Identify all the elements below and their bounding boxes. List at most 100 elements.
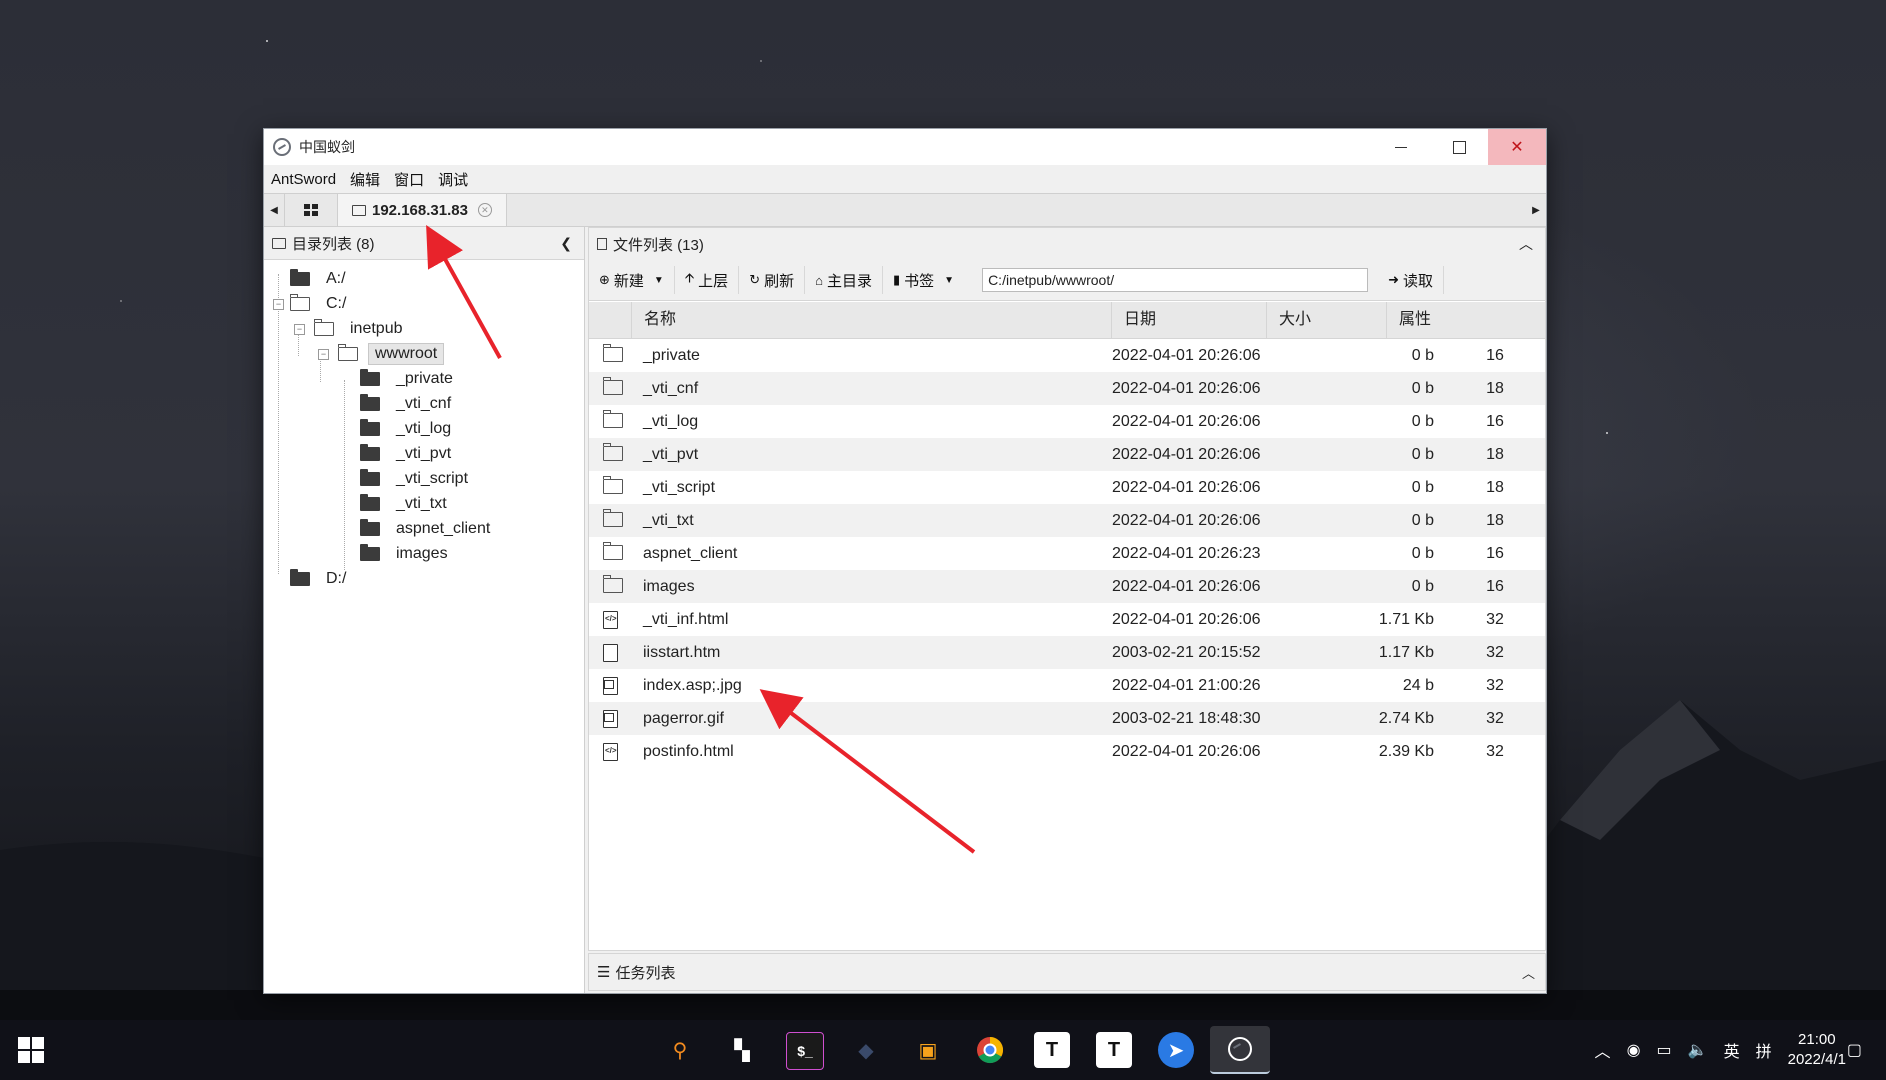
path-input[interactable]: C:/inetpub/wwwroot/ [982,268,1369,292]
typora-app-2-icon[interactable]: T [1096,1032,1132,1068]
column-size[interactable]: 大小 [1266,302,1386,338]
battery-icon[interactable]: ▭ [1657,1040,1672,1060]
close-button[interactable]: ✕ [1488,129,1546,165]
column-date[interactable]: 日期 [1111,302,1266,338]
antsword-app-icon[interactable] [1210,1026,1270,1074]
tree-item-c-drive[interactable]: C:/ [289,291,352,317]
windows-start-button[interactable] [18,1037,44,1063]
tree-item-vti-pvt[interactable]: _vti_pvt [360,441,457,467]
file-attr: 16 [1486,545,1504,562]
arrow-right-icon: ➜ [1388,272,1399,287]
menu-window[interactable]: 窗口 [387,169,431,190]
tree-collapse-toggle[interactable]: − [273,299,284,310]
file-row[interactable]: </> postinfo.html 2022-04-01 20:26:06 2.39 … [589,735,1545,768]
file-row[interactable]: _private 2022-04-01 20:26:06 0 b 16 [589,339,1545,372]
file-row[interactable]: _vti_script 2022-04-01 20:26:06 0 b 18 [589,471,1545,504]
read-button[interactable]: ➜ 读取 [1378,266,1444,294]
menu-antsword[interactable]: AntSword [264,171,343,188]
app-2-icon[interactable]: ▚ [724,1032,760,1068]
file-name: aspnet_client [643,545,738,562]
tree-item-vti-log[interactable]: _vti_log [360,416,457,442]
folder-icon [602,575,623,593]
menu-edit[interactable]: 编辑 [343,169,387,190]
file-attr: 32 [1486,677,1504,694]
file-row[interactable]: </> _vti_inf.html 2022-04-01 20:26:06 1.71 … [589,603,1545,636]
clock-time: 21:00 [1798,1031,1836,1048]
folder-icon [602,377,623,395]
chrome-app-icon[interactable] [972,1032,1008,1068]
folder-icon [272,237,286,249]
clock[interactable]: 21:00 2022/4/1 [1788,1030,1846,1070]
notification-icon[interactable]: ▢ [1847,1040,1862,1060]
file-panel: 文件列表 (13) ︿ ⊕ 新建 ▼ 🡩 上层 ↻ 刷新 ⌂ 主目录 ▮ 书签 … [588,227,1546,993]
new-button[interactable]: ⊕ 新建 ▼ [589,266,675,294]
tab-home[interactable] [284,194,338,226]
menu-debug[interactable]: 调试 [431,169,475,190]
tree-item-vti-cnf[interactable]: _vti_cnf [360,391,457,417]
file-row[interactable]: _vti_pvt 2022-04-01 20:26:06 0 b 18 [589,438,1545,471]
tree-item-private[interactable]: _private [360,366,459,392]
bookmark-button[interactable]: ▮ 书签 ▼ [883,266,964,294]
file-name: images [643,578,695,595]
tab-scroll-left-button[interactable]: ◀ [264,194,284,226]
file-size: 1.17 Kb [1378,644,1434,661]
maximize-button[interactable] [1430,129,1488,165]
typora-app-1-icon[interactable]: T [1034,1032,1070,1068]
file-row[interactable]: _vti_log 2022-04-01 20:26:06 0 b 16 [589,405,1545,438]
directory-panel-header: 目录列表 (8) ❮ [264,227,584,260]
tree-item-vti-script[interactable]: _vti_script [360,466,474,492]
tree-item-inetpub[interactable]: inetpub [313,316,409,342]
file-panel-title: 文件列表 (13) [613,236,704,254]
tab-bar: ◀ 192.168.31.83 ✕ ▶ [264,193,1546,227]
tree-item-wwwroot[interactable]: wwwroot [337,341,445,367]
column-attr[interactable]: 属性 [1386,302,1545,338]
tree-item-images[interactable]: images [360,541,454,567]
file-size: 0 b [1411,446,1434,463]
ime-indicator[interactable]: 英 [1724,1038,1740,1062]
feishu-app-icon[interactable]: ➤ [1158,1032,1194,1068]
file-name: _private [643,347,700,364]
tab-ip-label: 192.168.31.83 [372,201,468,219]
network-icon[interactable]: ◉ [1627,1040,1641,1060]
file-name: index.asp;.jpg [643,677,742,694]
up-level-button[interactable]: 🡩 上层 [675,266,740,294]
app-5-icon[interactable]: ▣ [910,1032,946,1068]
ime-mode-indicator[interactable]: 拼 [1756,1038,1772,1062]
tab-scroll-right-button[interactable]: ▶ [1526,194,1546,226]
file-row[interactable]: _vti_cnf 2022-04-01 20:26:06 0 b 18 [589,372,1545,405]
refresh-button[interactable]: ↻ 刷新 [739,266,806,294]
tab-close-icon[interactable]: ✕ [477,203,492,217]
file-row[interactable]: images 2022-04-01 20:26:06 0 b 16 [589,570,1545,603]
tree-item-a-drive[interactable]: A:/ [290,266,352,292]
file-row[interactable]: iisstart.htm 2003-02-21 20:15:52 1.17 Kb 32 [589,636,1545,669]
file-attr: 32 [1486,743,1504,760]
folder-icon [290,269,310,286]
collapse-up-icon[interactable]: ︿ [1522,963,1535,982]
file-row[interactable]: aspnet_client 2022-04-01 20:26:23 0 b 16 [589,537,1545,570]
column-name[interactable]: 名称 [631,302,1111,338]
tree-collapse-toggle[interactable]: − [294,324,305,335]
file-date: 2003-02-21 20:15:52 [1112,644,1261,661]
tree-collapse-toggle[interactable]: − [318,349,329,360]
tree-item-vti-txt[interactable]: _vti_txt [360,491,453,517]
file-row[interactable]: index.asp;.jpg 2022-04-01 21:00:26 24 b 32 [589,669,1545,702]
task-panel-header: ☰ 任务列表 ︿ [588,953,1546,991]
minimize-button[interactable] [1372,129,1430,165]
file-row[interactable]: pagerror.gif 2003-02-21 18:48:30 2.74 Kb 32 [589,702,1545,735]
collapse-up-icon[interactable]: ︿ [1519,234,1533,254]
file-name: _vti_inf.html [643,611,729,628]
minimize-icon [1395,146,1407,148]
tree-item-aspnet-client[interactable]: aspnet_client [360,516,496,542]
folder-icon [290,569,310,586]
terminal-app-icon[interactable]: $_ [786,1032,824,1070]
tab-shell-session[interactable]: 192.168.31.83 ✕ [338,194,507,226]
tree-item-d-drive[interactable]: D:/ [290,566,352,592]
home-dir-button[interactable]: ⌂ 主目录 [805,266,883,294]
collapse-left-icon[interactable]: ❮ [560,235,572,252]
app-4-icon[interactable]: ◆ [848,1032,884,1068]
file-row[interactable]: _vti_txt 2022-04-01 20:26:06 0 b 18 [589,504,1545,537]
volume-icon[interactable]: 🔈 [1688,1040,1708,1060]
search-app-icon[interactable]: ⚲ [662,1032,698,1068]
chevron-up-icon[interactable]: ︿ [1595,1038,1611,1062]
os-taskbar: ⚲ ▚ $_ ◆ ▣ T T ➤ ︿ ◉ ▭ 🔈 英 拼 21:00 2022/… [0,1020,1886,1080]
